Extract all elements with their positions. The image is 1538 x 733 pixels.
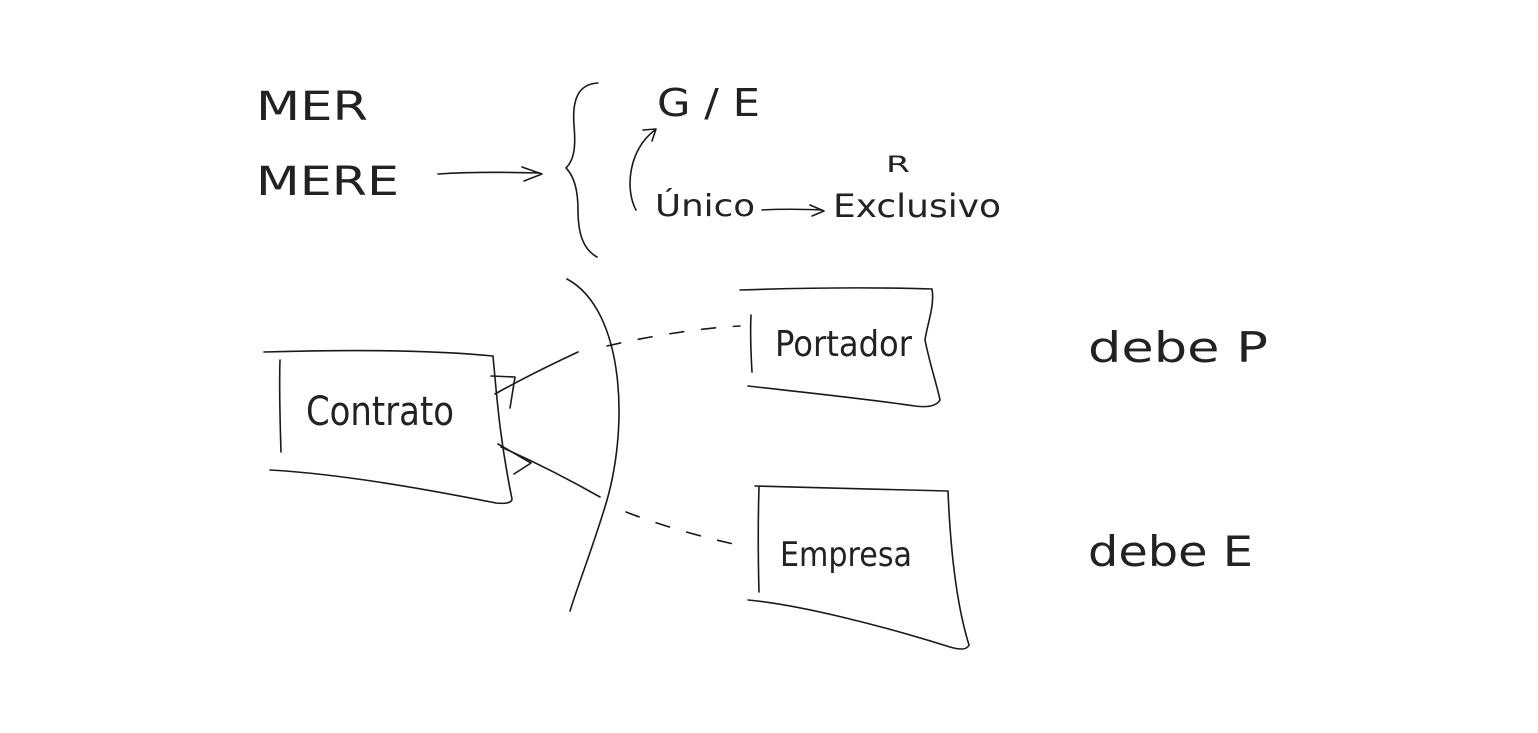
ge-label: G / E	[657, 81, 760, 125]
mer-label: MER	[256, 84, 368, 130]
whiteboard-canvas: MER MERE G / E R Único Exclusivo Contrat…	[256, 81, 1268, 650]
portador-entity: Portador	[739, 287, 941, 408]
empresa-label: Empresa	[780, 535, 912, 575]
contrato-entity: Contrato	[263, 349, 513, 505]
curly-brace	[565, 82, 599, 258]
r-label: R	[886, 153, 910, 178]
debe-e-label: debe E	[1088, 527, 1253, 576]
mere-label: MERE	[256, 159, 399, 205]
unico-label: Único	[655, 187, 755, 224]
contrato-empresa-link	[497, 443, 748, 548]
curved-arrow-icon	[629, 128, 657, 211]
mere-arrow	[437, 166, 543, 182]
portador-label: Portador	[775, 324, 912, 365]
separator-arc	[566, 278, 620, 612]
empresa-entity: Empresa	[747, 485, 970, 650]
contrato-label: Contrato	[306, 389, 454, 435]
exclusivo-label: Exclusivo	[833, 187, 1001, 225]
debe-p-label: debe P	[1088, 323, 1268, 372]
unico-arrow	[761, 204, 825, 217]
